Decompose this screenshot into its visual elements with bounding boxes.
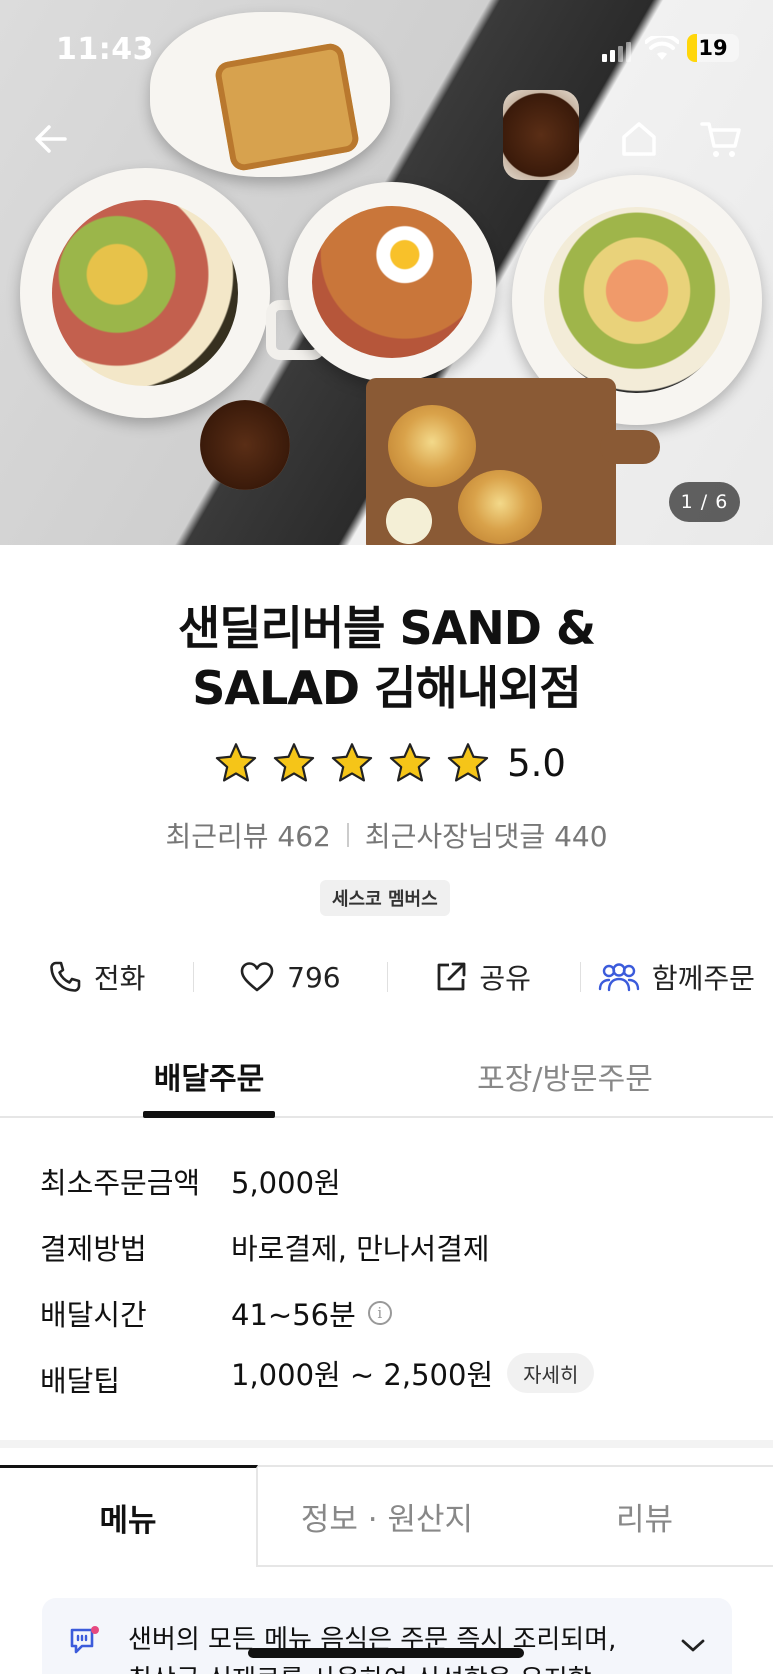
sauce-cup [376,496,442,545]
iced-tea [200,400,290,490]
info-row-delivery-tip: 배달팁 1,000원 ~ 2,500원 자세히 [40,1353,740,1424]
group-order-button[interactable]: 함께주문 [579,952,773,1002]
call-label: 전화 [93,962,146,995]
group-people-icon [598,963,640,992]
status-time: 11:43 [56,32,154,67]
battery-level: 19 [698,36,728,60]
info-value: 5,000원 [231,1166,341,1200]
info-label: 배달팁 [40,1364,121,1398]
store-hero-image[interactable]: 11:43 19 1 / 6 [0,0,773,545]
recent-reviews-link[interactable]: 최근리뷰 462 [165,815,330,855]
info-value-wrap: 1,000원 ~ 2,500원 자세히 [231,1352,595,1394]
tab-delivery-order[interactable]: 배달주문 [143,1040,275,1118]
iced-coffee [503,90,579,180]
share-button[interactable]: 공유 [386,952,580,1002]
cesco-badge: 세스코 멤버스 [320,880,450,916]
store-name: 샌딜리버블 SAND & SALAD 김해내외점 [0,598,773,718]
info-label: 배달시간 [40,1298,147,1332]
salad-food-right [544,207,730,393]
star-icon [215,743,257,782]
tip-detail-button[interactable]: 자세히 [507,1353,595,1393]
share-icon [437,962,466,991]
back-arrow-icon [35,125,67,153]
notice-text: 샌버의 모든 메뉴 음식은 주문 즉시 조리되며, 최상급 식재료를 사용하여 … [128,1620,616,1674]
home-indicator [248,1648,524,1658]
store-actions: 전화 796 공유 함께주문 [0,952,773,1002]
info-row-payment: 결제방법 바로결제, 만나서결제 [40,1226,740,1292]
content-tabs: 메뉴 정보 · 원산지 리뷰 [0,1465,773,1567]
home-button[interactable] [614,114,664,164]
bun-1 [388,405,476,487]
info-value: 41~56분 [231,1298,356,1332]
rating-value: 5.0 [507,741,566,785]
star-icon [273,743,315,782]
store-name-line1: 샌딜리버블 SAND & [177,601,596,655]
tab-pickup-order[interactable]: 포장/방문주문 [440,1040,690,1116]
cellular-signal-icon [599,42,631,62]
rice-food [312,206,472,358]
tab-review[interactable]: 리뷰 [516,1465,773,1567]
heart-icon [240,962,274,992]
star-icon [389,743,431,782]
info-row-delivery-time: 배달시간 41~56분 i [40,1292,740,1358]
order-type-tabs: 배달주문 포장/방문주문 [0,1040,773,1118]
info-label: 최소주문금액 [40,1166,201,1200]
board-handle [600,430,660,464]
info-value: 1,000원 ~ 2,500원 [231,1358,494,1392]
bun-2 [458,470,542,544]
battery-icon: 19 [687,34,739,62]
rating-row[interactable]: 5.0 [0,741,773,785]
review-summary: 최근리뷰 462 최근사장님댓글 440 [0,815,773,855]
back-button[interactable] [26,114,76,164]
section-divider [0,1440,773,1448]
like-count: 796 [287,960,341,994]
chevron-down-icon[interactable] [680,1638,706,1654]
store-page: 11:43 19 1 / 6 샌딜리버블 SAND & SALAD 김해내외점 … [0,0,773,1674]
info-label: 결제방법 [40,1232,147,1266]
home-icon [622,122,656,156]
cart-button[interactable] [696,114,746,164]
group-order-label: 함께주문 [651,962,755,995]
tab-menu[interactable]: 메뉴 [0,1465,258,1567]
notice-chat-icon [70,1626,99,1654]
share-label: 공유 [479,962,531,995]
info-row-min-order: 최소주문금액 5,000원 [40,1160,740,1226]
star-icon [447,743,489,782]
store-notice[interactable]: 샌버의 모든 메뉴 음식은 주문 즉시 조리되며, 최상급 식재료를 사용하여 … [42,1598,732,1674]
status-bar: 11:43 19 [0,30,773,70]
salad-food-left [52,200,238,386]
call-button[interactable]: 전화 [0,952,193,1002]
info-value-wrap: 41~56분 i [231,1292,392,1334]
wifi-icon [645,36,679,60]
like-button[interactable]: 796 [193,952,386,1002]
delivery-info: 최소주문금액 5,000원 결제방법 바로결제, 만나서결제 배달시간 41~5… [40,1160,740,1424]
store-name-line2: SALAD 김해내외점 [192,661,581,715]
owner-replies-link[interactable]: 최근사장님댓글 440 [365,815,608,855]
star-icon [331,743,373,782]
divider [346,823,349,847]
tab-info-origin[interactable]: 정보 · 원산지 [258,1465,516,1567]
info-icon[interactable]: i [367,1301,392,1325]
cart-icon [700,122,741,157]
notice-line2: 최상급 식재료를 사용하여 신선함을 유지합 [128,1660,616,1674]
phone-icon [50,961,81,992]
info-value: 바로결제, 만나서결제 [231,1232,490,1266]
image-pager: 1 / 6 [669,482,740,522]
